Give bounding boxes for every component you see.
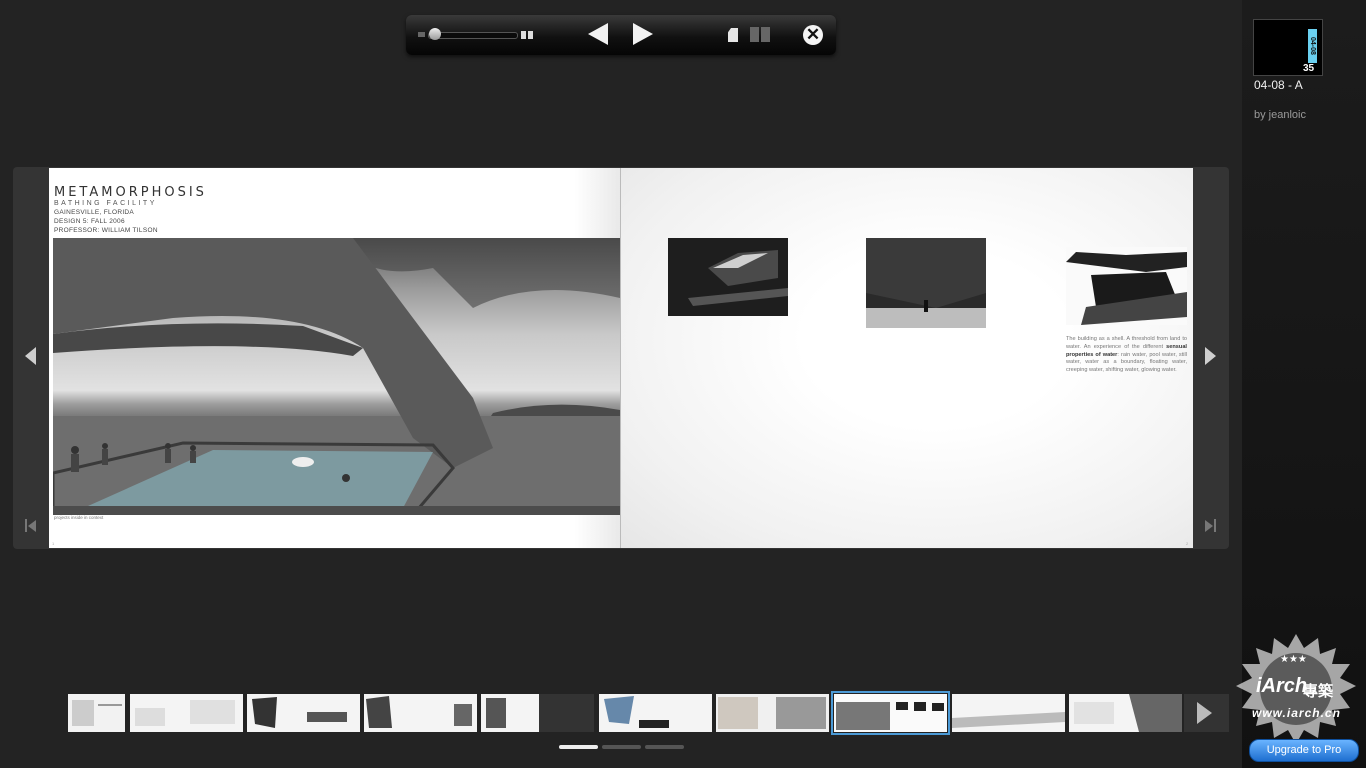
first-page-icon[interactable]	[25, 519, 37, 532]
page-subtitle: BATHING FACILITY	[54, 200, 157, 207]
location-text: GAINESVILLE, FLORIDA	[54, 209, 135, 216]
single-page-view-icon[interactable]	[728, 28, 738, 42]
zoom-in-icon[interactable]	[521, 31, 534, 39]
section-photo-3	[1066, 247, 1187, 325]
flip-forward-arrow-icon[interactable]	[1205, 347, 1216, 365]
document-number: 35	[1303, 63, 1315, 74]
page-thumbnail[interactable]	[952, 694, 1065, 732]
page-thumbnail[interactable]	[68, 694, 125, 732]
professor-text: PROFESSOR: WILLIAM TILSON	[54, 227, 158, 234]
document-title[interactable]: 04-08 - A	[1254, 78, 1303, 92]
hero-image	[53, 238, 620, 515]
zoom-slider[interactable]	[428, 32, 518, 39]
two-page-view-icon[interactable]	[750, 27, 770, 42]
course-text: DESIGN 5: FALL 2006	[54, 218, 125, 225]
document-tag: 04-08	[1308, 29, 1317, 63]
svg-text:★★★: ★★★	[1280, 654, 1307, 665]
page-thumbnail[interactable]	[364, 694, 477, 732]
left-page-number: 1	[52, 541, 55, 546]
right-page-number: 2	[1186, 541, 1189, 546]
close-button[interactable]: ✕	[803, 25, 823, 45]
thumbnails-next-button[interactable]	[1184, 694, 1229, 732]
project-description: The building as a shell. A threshold fro…	[1066, 336, 1187, 375]
page-thumbnail-selected[interactable]	[831, 691, 950, 735]
next-page-button[interactable]	[633, 23, 653, 45]
zoom-out-icon[interactable]	[418, 32, 425, 37]
thumbnail-page-indicator[interactable]	[602, 745, 641, 749]
flip-back-arrow-icon[interactable]	[25, 347, 36, 365]
thumbnail-page-indicator[interactable]	[645, 745, 684, 749]
thumbnail-page-indicator[interactable]	[559, 745, 598, 749]
document-author[interactable]: by jeanloic	[1254, 109, 1306, 121]
page-thumbnail[interactable]	[247, 694, 360, 732]
page-thumbnail[interactable]	[130, 694, 243, 732]
page-thumbnail[interactable]	[481, 694, 594, 732]
section-photo-2	[866, 238, 986, 328]
zoom-slider-handle[interactable]	[429, 28, 441, 40]
page-thumbnail[interactable]	[599, 694, 712, 732]
last-page-icon[interactable]	[1204, 519, 1216, 532]
upgrade-button[interactable]: Upgrade to Pro	[1249, 739, 1359, 762]
watermark-url: www.iarch.cn	[1252, 706, 1341, 720]
page-thumbnail[interactable]	[716, 694, 829, 732]
previous-page-button[interactable]	[588, 23, 608, 45]
image-caption: projects inside in context	[54, 515, 104, 520]
page-thumbnail[interactable]	[1069, 694, 1182, 732]
watermark-chinese: 專築	[1303, 683, 1334, 700]
page-title: METAMORPHOSIS	[54, 185, 207, 200]
section-photo-1	[668, 238, 788, 316]
watermark-brand: iArch	[1256, 675, 1308, 697]
